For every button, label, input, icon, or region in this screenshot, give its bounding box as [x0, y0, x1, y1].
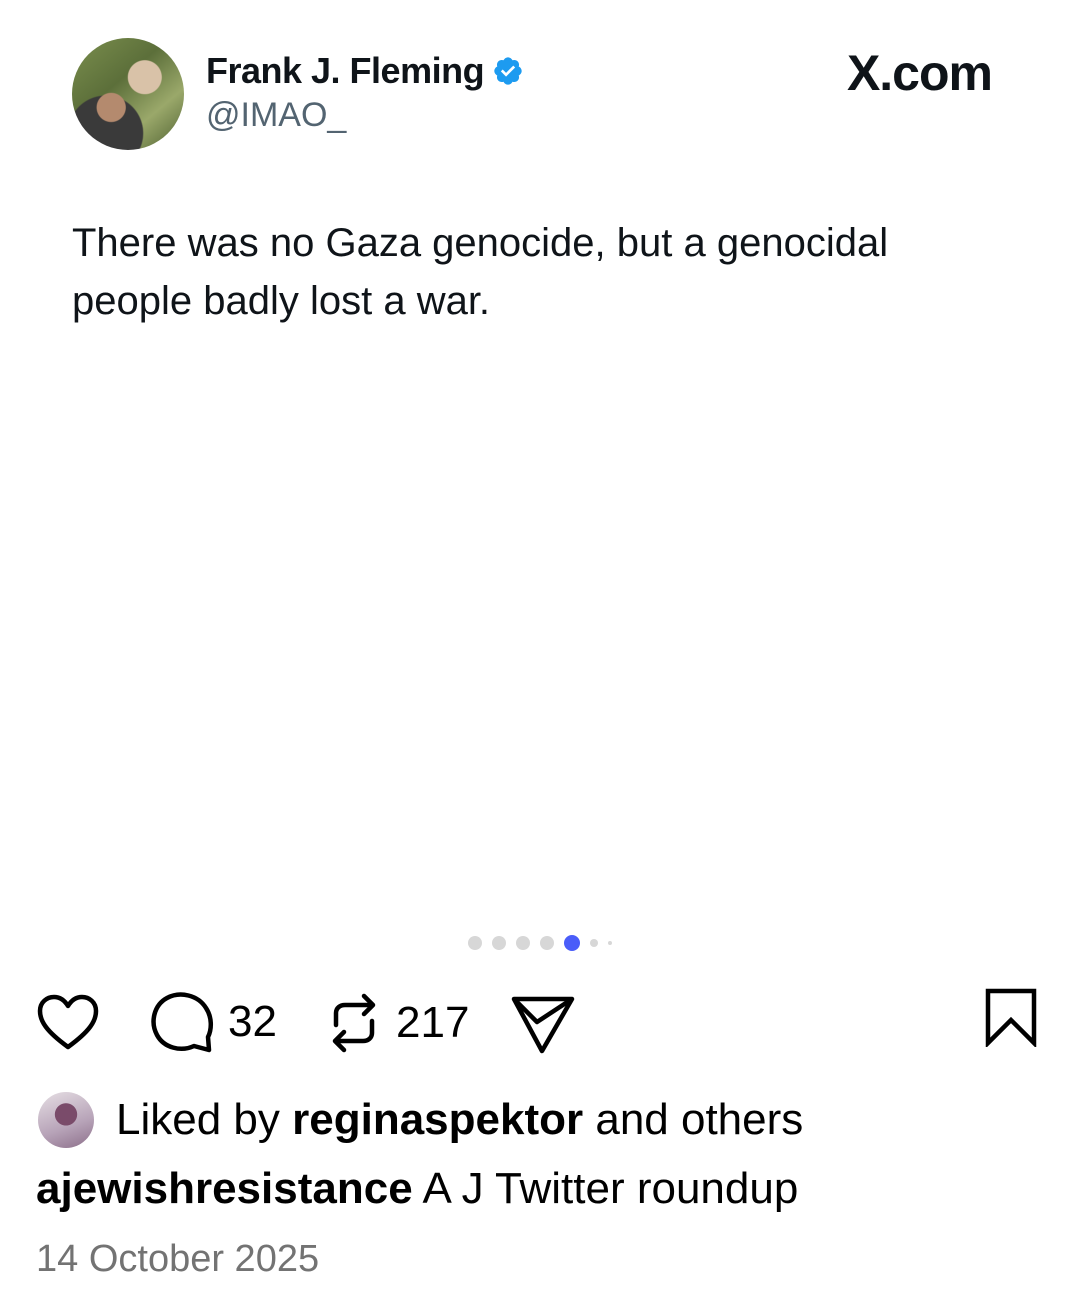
- comment-count: 32: [228, 997, 277, 1046]
- like-button[interactable]: [36, 993, 100, 1053]
- post-image[interactable]: Frank J. Fleming @IMAO_ X.com There was …: [0, 0, 1080, 910]
- liked-by-text: Liked by reginaspektor and others: [116, 1095, 803, 1145]
- share-button[interactable]: [510, 993, 576, 1055]
- carousel-indicator: [0, 934, 1080, 952]
- x-com-logo: X.com: [846, 45, 993, 101]
- repost-button[interactable]: 217: [326, 991, 469, 1055]
- carousel-dot: [540, 936, 554, 950]
- comment-button[interactable]: 32: [148, 989, 277, 1055]
- repost-icon: [332, 993, 376, 1053]
- liked-by-prefix: Liked by: [116, 1095, 280, 1144]
- bookmark-icon: [985, 988, 1037, 1047]
- author-handle: @IMAO_: [206, 96, 347, 134]
- carousel-dot: [590, 939, 598, 947]
- carousel-dot: [468, 936, 482, 950]
- verified-badge-icon: [494, 57, 522, 85]
- caption-username[interactable]: ajewishresistance: [36, 1164, 413, 1213]
- heart-icon: [37, 994, 99, 1050]
- carousel-dot: [492, 936, 506, 950]
- comment-icon: [151, 992, 213, 1053]
- post-caption: ajewishresistance A J Twitter roundup: [36, 1164, 798, 1214]
- liked-by-suffix: and others: [595, 1095, 804, 1144]
- liked-by-user[interactable]: reginaspektor: [292, 1095, 583, 1144]
- send-icon: [511, 996, 575, 1054]
- action-bar: 32 217: [0, 985, 1080, 1065]
- carousel-dot-active: [564, 935, 580, 951]
- author-name-row: Frank J. Fleming: [206, 50, 524, 92]
- author-avatar: [72, 38, 184, 150]
- tweet-text: There was no Gaza genocide, but a genoci…: [72, 221, 889, 323]
- author-name: Frank J. Fleming: [206, 50, 485, 91]
- liked-by-row[interactable]: Liked by reginaspektor and others: [38, 1092, 803, 1148]
- carousel-dot: [516, 936, 530, 950]
- caption-text: A J Twitter roundup: [422, 1164, 799, 1213]
- liker-avatar: [38, 1092, 94, 1148]
- carousel-dot: [608, 941, 612, 945]
- post-date: 14 October 2025: [36, 1238, 320, 1280]
- repost-count: 217: [396, 998, 470, 1047]
- save-button[interactable]: [984, 987, 1038, 1047]
